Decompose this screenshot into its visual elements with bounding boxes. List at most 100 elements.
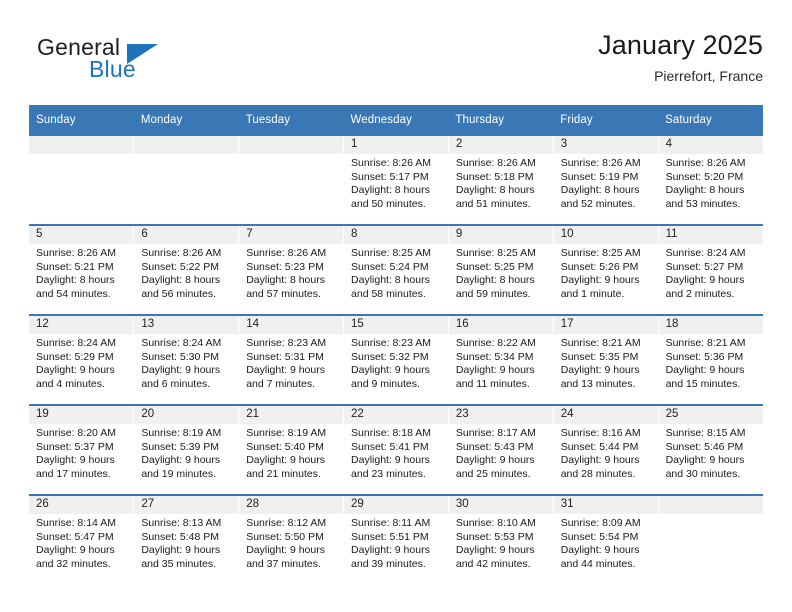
calendar-grid: Sunday Monday Tuesday Wednesday Thursday… [29, 105, 763, 584]
day-cell-inner: 10 Sunrise: 8:25 AM Sunset: 5:26 PM Dayligh… [553, 226, 658, 314]
day-details: Sunrise: 8:25 AM Sunset: 5:26 PM Daylight:… [554, 244, 658, 301]
day-cell-inner: 23 Sunrise: 8:17 AM Sunset: 5:43 PM Dayligh… [448, 406, 553, 494]
sunrise-time: Sunrise: 8:10 AM [455, 517, 536, 529]
day-cell-inner: 31 Sunrise: 8:09 AM Sunset: 5:54 PM Dayligh… [553, 496, 658, 584]
daylight-duration-line1: Daylight: 9 hours [246, 364, 325, 377]
day-cell-inner: 6 Sunrise: 8:26 AM Sunset: 5:22 PM Daylight… [134, 226, 239, 314]
calendar-day-cell[interactable]: 5 Sunrise: 8:26 AM Sunset: 5:21 PM Daylight… [29, 224, 134, 315]
day-cell-inner: 20 Sunrise: 8:19 AM Sunset: 5:39 PM Dayligh… [134, 406, 239, 494]
day-cell-inner: 3 Sunrise: 8:26 AM Sunset: 5:19 PM Daylight… [553, 136, 658, 224]
day-details: Sunrise: 8:25 AM Sunset: 5:25 PM Daylight:… [449, 244, 553, 301]
day-number: 15 [344, 316, 448, 334]
day-details [29, 154, 133, 157]
daylight-duration-line1: Daylight: 8 hours [455, 274, 535, 287]
day-details: Sunrise: 8:11 AM Sunset: 5:51 PM Daylight:… [344, 514, 448, 571]
day-details: Sunrise: 8:23 AM Sunset: 5:32 PM Daylight:… [344, 334, 448, 391]
calendar-day-cell[interactable]: 26 Sunrise: 8:14 AM Sunset: 5:47 PM Dayligh… [29, 494, 134, 584]
sunrise-time: Sunrise: 8:15 AM [665, 427, 746, 439]
sunset-time: Sunset: 5:32 PM [351, 350, 429, 363]
calendar-day-cell[interactable]: 9 Sunrise: 8:25 AM Sunset: 5:25 PM Daylight… [447, 224, 554, 315]
calendar-day-cell[interactable]: 6 Sunrise: 8:26 AM Sunset: 5:22 PM Daylight… [133, 224, 239, 315]
daylight-duration-line1: Daylight: 8 hours [665, 184, 745, 197]
day-cell-inner: 21 Sunrise: 8:19 AM Sunset: 5:40 PM Dayligh… [239, 406, 344, 494]
day-details: Sunrise: 8:24 AM Sunset: 5:29 PM Daylight:… [29, 334, 133, 391]
day-number [658, 496, 763, 514]
calendar-day-cell[interactable]: 11 Sunrise: 8:24 AM Sunset: 5:27 PM Dayligh… [657, 224, 763, 315]
day-details: Sunrise: 8:20 AM Sunset: 5:37 PM Daylight:… [29, 424, 133, 481]
calendar-week-row: 1 Sunrise: 8:26 AM Sunset: 5:17 PM Daylight… [29, 134, 763, 225]
daylight-duration-line2: and 13 minutes. [560, 377, 636, 390]
day-details: Sunrise: 8:10 AM Sunset: 5:53 PM Daylight:… [449, 514, 553, 571]
sunrise-time: Sunrise: 8:21 AM [665, 337, 746, 349]
calendar-day-cell[interactable]: 3 Sunrise: 8:26 AM Sunset: 5:19 PM Daylight… [552, 134, 659, 225]
daylight-duration-line2: and 1 minute. [560, 287, 625, 300]
sunset-time: Sunset: 5:31 PM [246, 350, 324, 363]
calendar-day-cell[interactable]: 7 Sunrise: 8:26 AM Sunset: 5:23 PM Daylight… [238, 224, 344, 315]
day-number: 16 [448, 316, 553, 334]
calendar-day-cell[interactable]: 21 Sunrise: 8:19 AM Sunset: 5:40 PM Dayligh… [238, 404, 344, 495]
sunset-time: Sunset: 5:24 PM [351, 260, 429, 273]
sunrise-time: Sunrise: 8:17 AM [455, 427, 536, 439]
calendar-day-cell[interactable]: 4 Sunrise: 8:26 AM Sunset: 5:20 PM Daylight… [657, 134, 763, 225]
day-details: Sunrise: 8:26 AM Sunset: 5:22 PM Daylight:… [134, 244, 238, 301]
sunrise-time: Sunrise: 8:24 AM [665, 247, 746, 259]
sunrise-time: Sunrise: 8:20 AM [36, 427, 116, 439]
daylight-duration-line1: Daylight: 9 hours [665, 364, 745, 377]
calendar-day-cell[interactable]: 24 Sunrise: 8:16 AM Sunset: 5:44 PM Dayligh… [552, 404, 659, 495]
day-number: 30 [448, 496, 553, 514]
daylight-duration-line2: and 19 minutes. [141, 467, 217, 480]
sunset-time: Sunset: 5:34 PM [455, 350, 534, 363]
calendar-day-cell[interactable]: 14 Sunrise: 8:23 AM Sunset: 5:31 PM Dayligh… [238, 314, 344, 405]
day-details: Sunrise: 8:24 AM Sunset: 5:30 PM Daylight:… [134, 334, 238, 391]
day-cell-inner: 7 Sunrise: 8:26 AM Sunset: 5:23 PM Daylight… [239, 226, 344, 314]
calendar-day-cell[interactable]: 1 Sunrise: 8:26 AM Sunset: 5:17 PM Daylight… [343, 134, 449, 225]
daylight-duration-line1: Daylight: 9 hours [246, 454, 325, 467]
calendar-week-row: 26 Sunrise: 8:14 AM Sunset: 5:47 PM Dayligh… [29, 494, 763, 584]
sunrise-time: Sunrise: 8:26 AM [246, 247, 327, 259]
calendar-day-cell[interactable]: 31 Sunrise: 8:09 AM Sunset: 5:54 PM Dayligh… [552, 494, 659, 584]
calendar-week-row: 12 Sunrise: 8:24 AM Sunset: 5:29 PM Dayligh… [29, 314, 763, 405]
day-number: 23 [448, 406, 553, 424]
day-details [239, 154, 343, 157]
day-number: 19 [29, 406, 134, 424]
sunrise-time: Sunrise: 8:26 AM [141, 247, 222, 259]
calendar-day-cell[interactable]: 10 Sunrise: 8:25 AM Sunset: 5:26 PM Dayligh… [552, 224, 659, 315]
calendar-day-cell[interactable]: 15 Sunrise: 8:23 AM Sunset: 5:32 PM Dayligh… [343, 314, 449, 405]
calendar-day-cell[interactable]: 12 Sunrise: 8:24 AM Sunset: 5:29 PM Dayligh… [29, 314, 134, 405]
calendar-day-cell[interactable]: 25 Sunrise: 8:15 AM Sunset: 5:46 PM Dayligh… [657, 404, 763, 495]
day-cell-inner: 19 Sunrise: 8:20 AM Sunset: 5:37 PM Dayligh… [29, 406, 134, 494]
day-number: 28 [239, 496, 344, 514]
day-details: Sunrise: 8:26 AM Sunset: 5:19 PM Daylight:… [554, 154, 658, 211]
sunrise-time: Sunrise: 8:25 AM [351, 247, 431, 259]
sunrise-time: Sunrise: 8:25 AM [560, 247, 641, 259]
calendar-day-cell[interactable]: 22 Sunrise: 8:18 AM Sunset: 5:41 PM Dayligh… [343, 404, 449, 495]
calendar-day-cell[interactable]: 18 Sunrise: 8:21 AM Sunset: 5:36 PM Dayligh… [657, 314, 763, 405]
sunset-time: Sunset: 5:19 PM [560, 170, 639, 183]
calendar-day-cell[interactable]: 29 Sunrise: 8:11 AM Sunset: 5:51 PM Dayligh… [343, 494, 449, 584]
sunset-time: Sunset: 5:21 PM [36, 260, 114, 273]
calendar-day-cell[interactable]: 30 Sunrise: 8:10 AM Sunset: 5:53 PM Dayligh… [447, 494, 554, 584]
calendar-day-cell[interactable]: 2 Sunrise: 8:26 AM Sunset: 5:18 PM Daylight… [447, 134, 554, 225]
day-cell-inner: 29 Sunrise: 8:11 AM Sunset: 5:51 PM Dayligh… [344, 496, 448, 584]
sunrise-time: Sunrise: 8:22 AM [455, 337, 536, 349]
day-number: 2 [448, 136, 553, 154]
calendar-day-cell[interactable]: 8 Sunrise: 8:25 AM Sunset: 5:24 PM Daylight… [343, 224, 449, 315]
calendar-day-cell[interactable]: 23 Sunrise: 8:17 AM Sunset: 5:43 PM Dayligh… [447, 404, 554, 495]
calendar-day-cell[interactable]: 17 Sunrise: 8:21 AM Sunset: 5:35 PM Dayligh… [552, 314, 659, 405]
day-details: Sunrise: 8:19 AM Sunset: 5:40 PM Daylight:… [239, 424, 343, 481]
daylight-duration-line1: Daylight: 9 hours [455, 364, 535, 377]
day-details: Sunrise: 8:09 AM Sunset: 5:54 PM Daylight:… [554, 514, 658, 571]
calendar-day-cell[interactable]: 20 Sunrise: 8:19 AM Sunset: 5:39 PM Dayligh… [133, 404, 239, 495]
sunset-time: Sunset: 5:23 PM [246, 260, 324, 273]
day-details: Sunrise: 8:23 AM Sunset: 5:31 PM Daylight:… [239, 334, 343, 391]
sunrise-time: Sunrise: 8:12 AM [246, 517, 327, 529]
day-number [29, 136, 134, 154]
calendar-day-cell[interactable]: 16 Sunrise: 8:22 AM Sunset: 5:34 PM Dayligh… [447, 314, 554, 405]
calendar-day-cell[interactable]: 27 Sunrise: 8:13 AM Sunset: 5:48 PM Dayligh… [133, 494, 239, 584]
daylight-duration-line2: and 50 minutes. [351, 197, 426, 210]
calendar-day-cell[interactable]: 28 Sunrise: 8:12 AM Sunset: 5:50 PM Dayligh… [238, 494, 344, 584]
calendar-day-cell-empty [133, 134, 239, 225]
sunset-time: Sunset: 5:47 PM [36, 530, 114, 543]
calendar-day-cell[interactable]: 13 Sunrise: 8:24 AM Sunset: 5:30 PM Dayligh… [133, 314, 239, 405]
calendar-day-cell[interactable]: 19 Sunrise: 8:20 AM Sunset: 5:37 PM Dayligh… [29, 404, 134, 495]
